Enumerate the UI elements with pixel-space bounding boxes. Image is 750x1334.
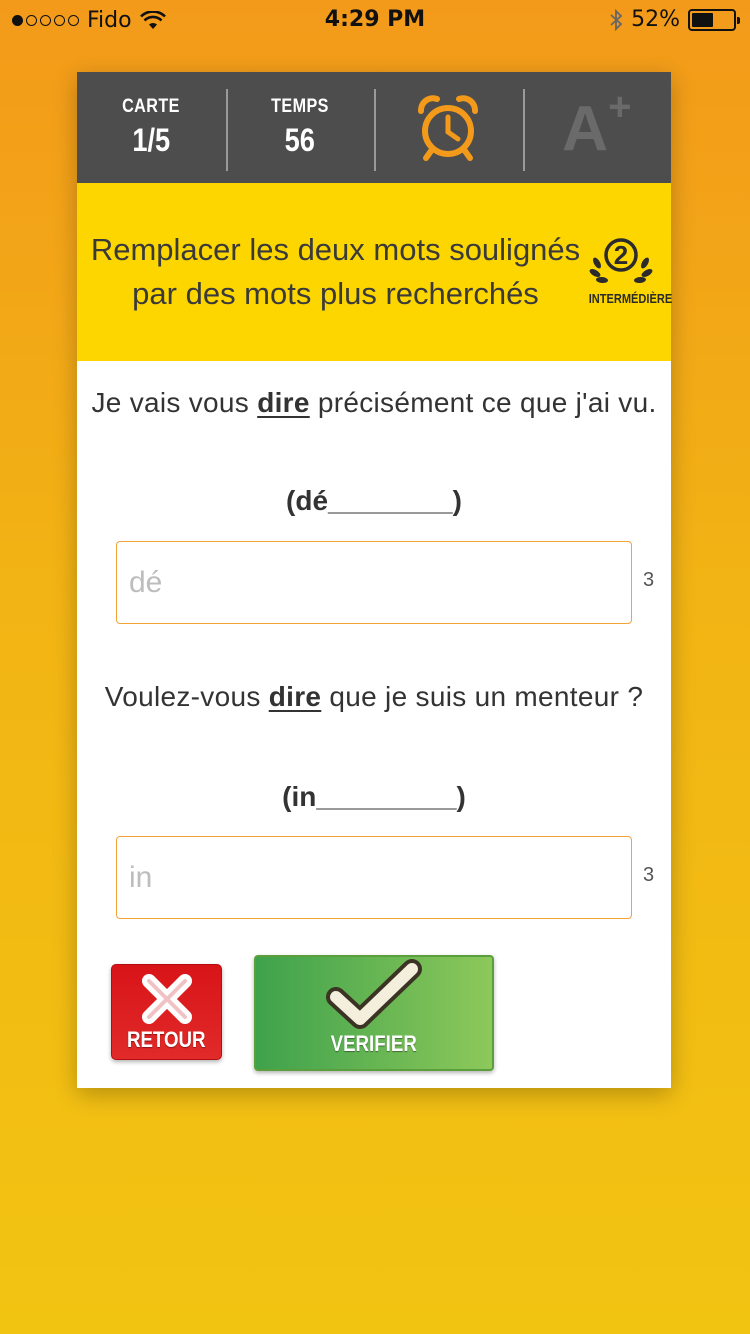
back-button-label: RETOUR [127, 1027, 206, 1052]
grade-cell: A+ [522, 72, 672, 183]
instruction-text: Remplacer les deux mots soulignés par de… [90, 232, 581, 311]
level-number: 2 [614, 240, 628, 270]
status-bar: Fido 4:29 PM 52% [0, 0, 750, 40]
answer-2-count: 3 [643, 864, 655, 886]
timer: TEMPS 56 [225, 72, 375, 183]
card-counter-label: CARTE [122, 96, 181, 117]
alarm-cell[interactable] [374, 72, 523, 183]
card-counter: CARTE 1/5 [77, 72, 226, 183]
answer-2-input[interactable] [116, 836, 632, 919]
question-1: Je vais vous dire précisément ce que j'a… [77, 378, 671, 428]
answer-1-input[interactable] [116, 541, 632, 624]
question-1-before: Je vais vous [91, 387, 258, 418]
level-badge: 2 INTERMÉDIÈRE [583, 233, 673, 306]
timer-value: 56 [284, 122, 315, 158]
alarm-clock-icon[interactable] [417, 94, 479, 161]
card-counter-value: 1/5 [132, 122, 171, 158]
instruction-panel: Remplacer les deux mots soulignés par de… [77, 183, 673, 361]
grade-suffix: + [608, 84, 632, 129]
question-2-underlined: dire [268, 681, 322, 712]
laurel-level-icon: 2 [589, 238, 653, 284]
close-x-icon [141, 974, 192, 1024]
verify-button-label: VERIFIER [330, 1031, 418, 1056]
question-2-after: que je suis un menteur ? [321, 681, 644, 712]
checkmark-icon [326, 959, 422, 1029]
question-1-underlined: dire [257, 387, 310, 418]
question-2-hint: (in_________) [282, 781, 466, 812]
battery-percent: 52% [631, 7, 680, 32]
card-header: CARTE 1/5 TEMPS 56 A+ [77, 72, 671, 183]
question-2-before: Voulez-vous [104, 681, 269, 712]
battery-icon [688, 8, 740, 31]
level-label: INTERMÉDIÈRE [588, 291, 673, 306]
question-2: Voulez-vous dire que je suis un menteur … [77, 672, 671, 722]
grade-badge: A+ [562, 87, 632, 160]
answer-1-count: 3 [643, 569, 655, 591]
verify-button[interactable]: VERIFIER [254, 955, 494, 1071]
back-button[interactable]: RETOUR [111, 964, 222, 1060]
grade-label: A [561, 92, 609, 165]
battery-fill [692, 12, 713, 27]
bluetooth-icon [610, 8, 623, 31]
question-1-after: précisément ce que j'ai vu. [309, 387, 657, 418]
status-right: 52% [609, 7, 740, 32]
question-1-hint: (dé________) [286, 485, 462, 516]
timer-label: TEMPS [270, 96, 329, 117]
exercise-card: CARTE 1/5 TEMPS 56 A+ Remplacer les deux… [77, 72, 673, 1088]
